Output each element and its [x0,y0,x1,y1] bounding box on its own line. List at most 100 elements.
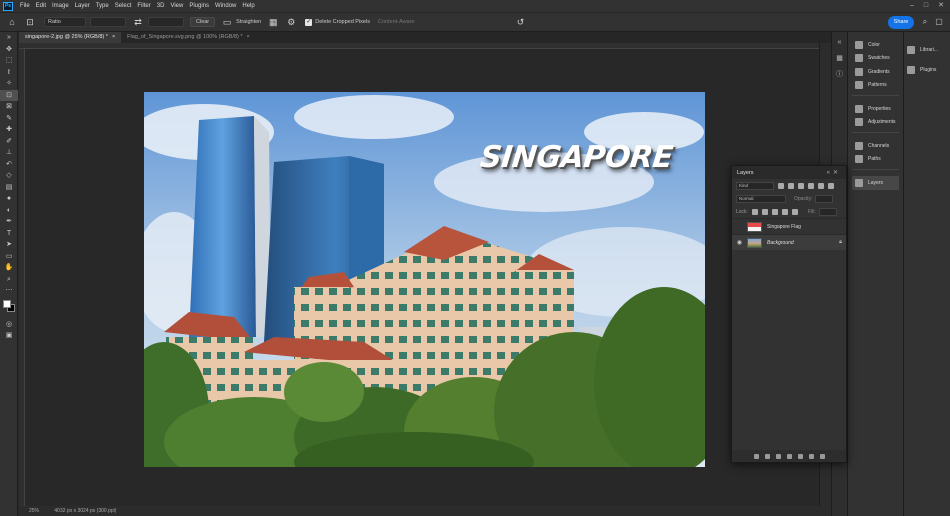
opacity-field[interactable] [815,194,834,203]
color-swatches[interactable] [0,297,18,319]
lock-pixels-icon[interactable] [751,208,758,215]
clone-stamp-icon[interactable]: ⊥ [0,147,18,159]
layer-name[interactable]: Singapore Flag [767,224,801,230]
add-mask-icon[interactable] [775,453,781,459]
ratio-select[interactable]: Ratio [44,17,86,27]
layer-kind-filter[interactable]: Kind [736,181,774,190]
layers-panel-header[interactable]: Layers «✕ [732,166,846,179]
width-field[interactable] [90,17,126,27]
blend-mode-select[interactable]: Normal [736,194,786,203]
search-icon[interactable]: ⌕ [920,17,930,27]
panel-color[interactable]: Color [852,38,899,52]
swap-icon[interactable]: ⇄ [132,16,144,28]
eye-icon[interactable]: ◉ [736,239,743,246]
lock-paint-icon[interactable] [761,208,768,215]
app-logo[interactable]: Ps [3,1,13,11]
layer-singapore-flag[interactable]: Singapore Flag [732,218,846,234]
menu-view[interactable]: View [167,3,186,9]
blur-tool-icon[interactable]: ● [0,193,18,205]
height-field[interactable] [148,17,184,27]
menu-type[interactable]: Type [93,3,112,9]
filter-smart-icon[interactable] [818,182,824,189]
menu-file[interactable]: File [17,3,33,9]
zoom-tool-icon[interactable]: ⌕ [0,274,18,286]
history-icon[interactable]: ▦ [835,54,845,64]
straighten-label[interactable]: Straighten [236,19,261,25]
fill-field[interactable] [818,207,837,216]
foreground-color-swatch[interactable] [3,299,11,308]
dodge-tool-icon[interactable]: ◐ [0,205,18,217]
eyedropper-icon[interactable]: ✎ [0,113,18,125]
adjustment-layer-icon[interactable] [786,453,792,459]
hand-tool-icon[interactable]: ✋ [0,262,18,274]
content-aware-label[interactable]: Content-Aware [378,19,415,25]
share-button[interactable]: Share [888,16,914,29]
clear-button[interactable]: Clear [190,17,216,27]
history-brush-icon[interactable]: ↶ [0,159,18,171]
healing-brush-icon[interactable]: ✚ [0,124,18,136]
pen-tool-icon[interactable]: ✒ [0,216,18,228]
menu-select[interactable]: Select [112,3,135,9]
panel-layers[interactable]: Layers [852,176,899,190]
singapore-text-layer[interactable]: SINGAPORE [478,140,674,180]
menu-plugins[interactable]: Plugins [186,3,212,9]
magic-wand-icon[interactable]: ✧ [0,78,18,90]
tab-flag-png[interactable]: Flag_of_Singapore.svg.png @ 100% (RGB/8)… [121,32,256,43]
panel-properties[interactable]: Properties [852,102,899,116]
close-tab-icon[interactable]: × [112,34,115,40]
link-layers-icon[interactable] [753,453,759,459]
delete-cropped-checkbox[interactable]: ✓ [305,18,313,26]
path-select-icon[interactable]: ➤ [0,239,18,251]
frame-tool-icon[interactable]: ⊠ [0,101,18,113]
new-layer-icon[interactable] [808,453,814,459]
crop-tool-icon[interactable]: ⊡ [0,89,18,101]
move-tool-icon[interactable]: ✥ [0,44,18,56]
minimize-button[interactable]: – [910,0,914,12]
panel-adjustments[interactable]: Adjustments [852,116,899,130]
filter-adjust-icon[interactable] [788,182,794,189]
brush-tool-icon[interactable]: ✐ [0,136,18,148]
lock-artboard-icon[interactable] [781,208,788,215]
panel-menu-icon[interactable]: «✕ [827,169,841,176]
straighten-icon[interactable]: ▭ [221,16,233,28]
panel-plugins[interactable]: Plugins [904,60,950,80]
panel-swatches[interactable]: Swatches [852,52,899,66]
new-group-icon[interactable] [797,453,803,459]
panel-channels[interactable]: Channels [852,139,899,153]
gradient-tool-icon[interactable]: ▤ [0,182,18,194]
layer-name[interactable]: Background [767,240,794,246]
type-tool-icon[interactable]: T [0,228,18,240]
layer-background[interactable]: ◉ Background 🔒︎ [732,234,846,250]
tab-singapore-jpg[interactable]: singapore-2.jpg @ 25% (RGB/8) * × [19,32,122,43]
crop-tool-preset-icon[interactable]: ⊡ [24,16,36,28]
menu-edit[interactable]: Edit [33,3,49,9]
info-icon[interactable]: ⓘ [835,70,845,80]
filter-pixel-icon[interactable] [778,182,784,189]
eraser-icon[interactable]: ◇ [0,170,18,182]
overlay-grid-icon[interactable]: ▦ [267,16,279,28]
filter-toggle-icon[interactable] [828,182,834,189]
quick-mask-icon[interactable]: ◎ [0,319,18,331]
lasso-tool-icon[interactable]: ℓ [0,67,18,79]
marquee-tool-icon[interactable]: ⬚ [0,55,18,67]
vertical-ruler[interactable] [19,49,25,506]
home-icon[interactable]: ⌂ [6,16,18,28]
maximize-button[interactable]: □ [924,0,928,12]
layer-style-icon[interactable] [764,453,770,459]
panel-patterns[interactable]: Patterns [852,79,899,93]
menu-window[interactable]: Window [212,3,239,9]
settings-gear-icon[interactable]: ⚙ [285,16,297,28]
menu-image[interactable]: Image [49,3,72,9]
lock-icon[interactable]: 🔒︎ [839,239,842,246]
panel-gradients[interactable]: Gradients [852,65,899,79]
panel-paths[interactable]: Paths [852,153,899,167]
menu-filter[interactable]: Filter [134,3,153,9]
workspace-icon[interactable]: ▢ [934,17,944,27]
reset-icon[interactable]: ↺ [515,16,527,28]
horizontal-ruler[interactable] [19,43,819,49]
menu-3d[interactable]: 3D [154,3,168,9]
close-tab-icon[interactable]: × [247,34,250,40]
collapse-arrows-icon[interactable]: « [835,38,845,48]
expand-toolbar-icon[interactable]: » [0,32,18,44]
panel-libraries[interactable]: Librari... [904,40,950,60]
